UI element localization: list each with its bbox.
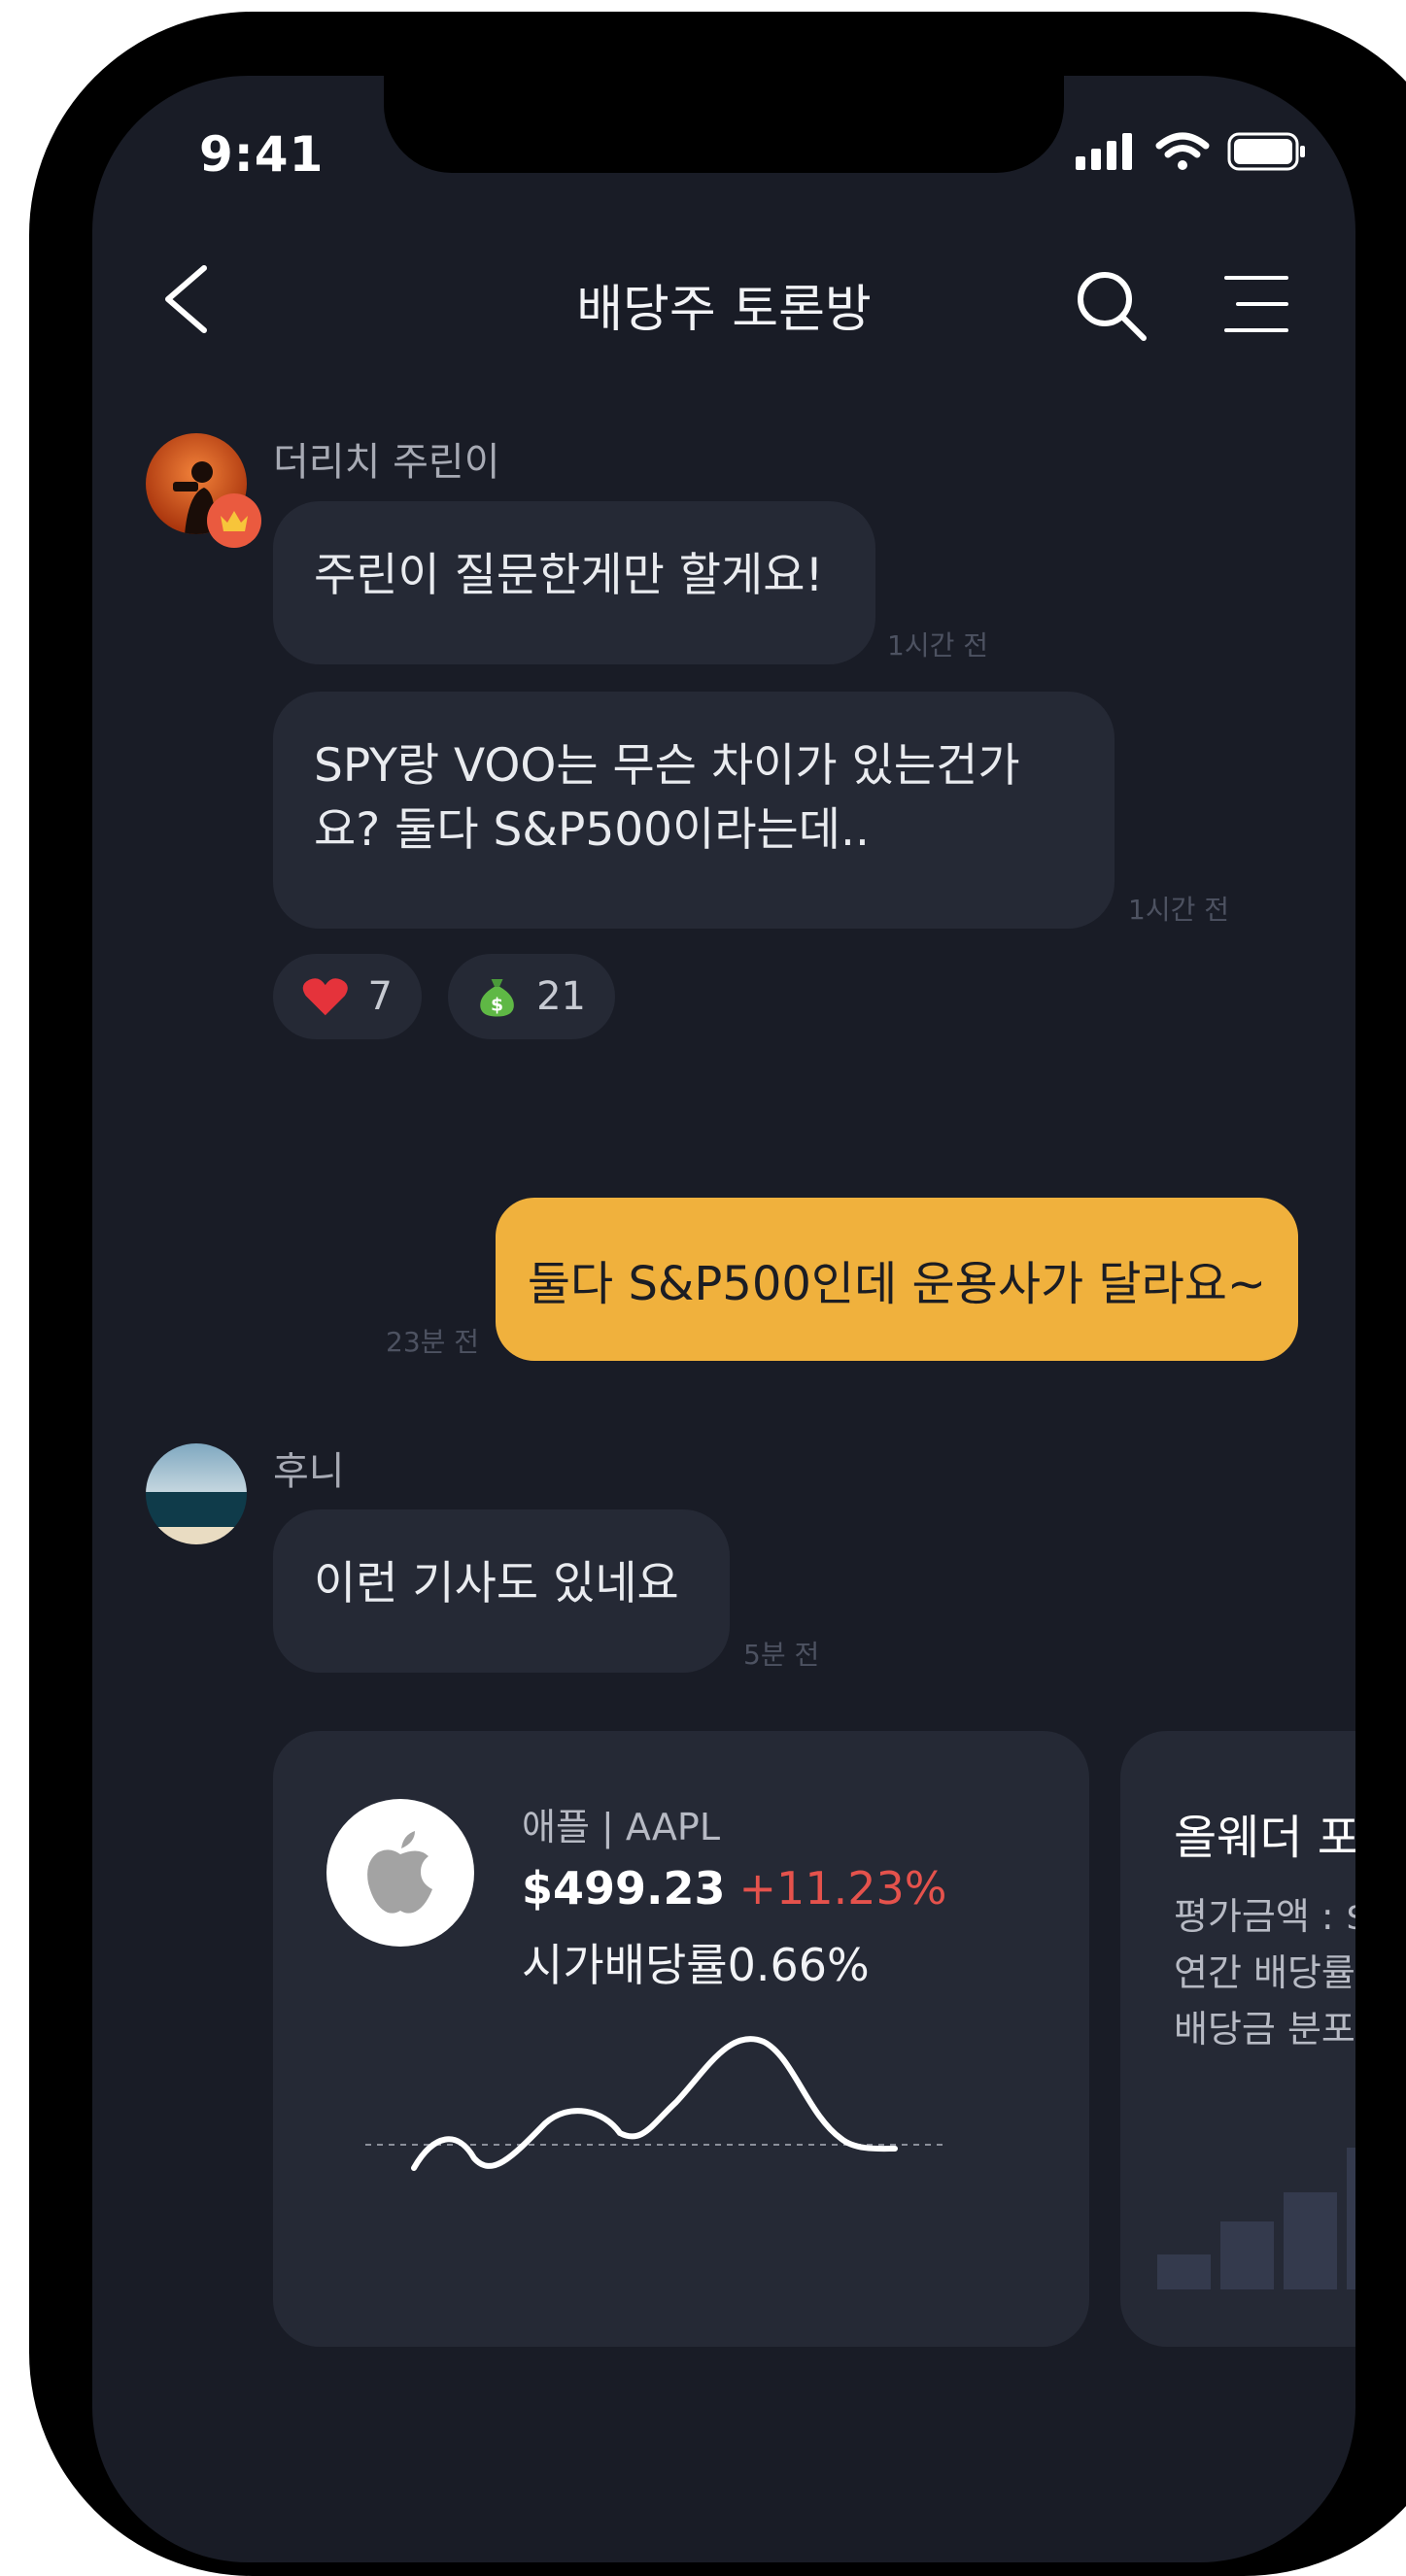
avatar-user-huni[interactable] [146, 1443, 247, 1544]
status-time: 9:41 [199, 126, 325, 183]
apple-icon [367, 1831, 432, 1914]
distribution-bar-chart [1157, 2148, 1355, 2289]
sender-name: 더리치 주린이 [273, 440, 500, 485]
search-icon[interactable] [1074, 268, 1151, 346]
message-text: 이런 기사도 있네요 [314, 1557, 679, 1610]
portfolio-card[interactable]: 올웨더 포트폴 평가금액 : $48, 연간 배당률 : 2. 배당금 분포 [1120, 1731, 1355, 2347]
reaction-money[interactable]: $ 21 [448, 954, 615, 1039]
distribution-bar [1220, 2221, 1274, 2289]
status-icons [1076, 132, 1307, 171]
notch [384, 76, 1064, 173]
apple-logo [326, 1799, 474, 1947]
message-text: 둘다 S&P500인데 운용사가 달라요~ [527, 1257, 1267, 1311]
message-text: 주린이 질문한게만 할게요! [314, 549, 824, 602]
my-message-bubble[interactable]: 둘다 S&P500인데 운용사가 달라요~ [496, 1198, 1298, 1361]
money-bag-icon: $ [480, 979, 514, 1017]
heart-icon [302, 978, 348, 1016]
page-title: 배당주 토론방 [576, 281, 872, 339]
distribution-bar [1157, 2254, 1211, 2289]
stock-price: $499.23 [522, 1862, 726, 1915]
message-timestamp: 1시간 전 [1128, 894, 1229, 926]
message-text-line: SPY랑 VOO는 무슨 차이가 있는건가 [314, 739, 1020, 793]
battery-icon [1227, 132, 1305, 171]
message-text-line: 요? 둘다 S&P500이라는데.. [314, 803, 870, 857]
distribution-bar [1347, 2148, 1355, 2289]
price-line [411, 2036, 898, 2171]
wifi-icon [1155, 132, 1210, 170]
crown-icon [221, 511, 248, 531]
message-timestamp: 5분 전 [743, 1639, 820, 1671]
reaction-heart[interactable]: 7 [273, 954, 422, 1039]
crown-badge [207, 493, 261, 548]
message-timestamp: 23분 전 [386, 1326, 480, 1358]
message-bubble[interactable]: SPY랑 VOO는 무슨 차이가 있는건가 요? 둘다 S&P500이라는데.. [273, 692, 1115, 929]
distribution-bar [1284, 2192, 1337, 2289]
svg-text:$: $ [491, 996, 503, 1016]
cellular-signal-icon [1076, 133, 1132, 170]
menu-icon[interactable] [1224, 275, 1288, 333]
reaction-count: 7 [367, 974, 393, 1019]
sender-name: 후니 [273, 1449, 345, 1494]
dividend-distribution-label: 배당금 분포 [1174, 2008, 1355, 2051]
dividend-yield: 시가배당률0.66% [522, 1939, 870, 1991]
portfolio-title: 올웨더 포트폴 [1174, 1811, 1355, 1865]
stock-price-row: $499.23 +11.23% [522, 1862, 946, 1915]
reaction-count: 21 [536, 974, 586, 1019]
message-bubble[interactable]: 이런 기사도 있네요 [273, 1509, 730, 1673]
stock-change: +11.23% [738, 1862, 947, 1915]
stock-card[interactable]: 애플 | AAPL $499.23 +11.23% 시가배당률0.66% [273, 1731, 1089, 2347]
portfolio-value: 평가금액 : $48, [1174, 1895, 1355, 1938]
stock-name: 애플 | AAPL [522, 1806, 721, 1848]
portfolio-yield: 연간 배당률 : 2. [1174, 1951, 1355, 1994]
message-timestamp: 1시간 전 [887, 629, 988, 661]
message-bubble[interactable]: 주린이 질문한게만 할게요! [273, 501, 875, 664]
app-screen: 9:41 배당주 토론방 더리치 주린이 주린이 질문한게만 할게요! 1시간 … [92, 76, 1355, 2562]
price-sparkline [365, 2036, 948, 2171]
